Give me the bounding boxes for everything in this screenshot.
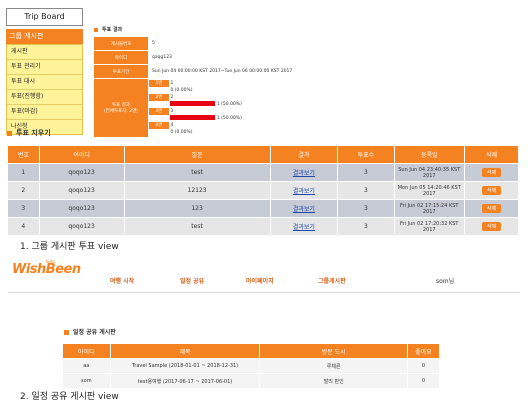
bullet-icon — [7, 130, 12, 136]
user-name[interactable]: som님 — [436, 276, 454, 285]
delete-button[interactable]: 삭제 — [481, 186, 502, 195]
col-date: 등록일 — [393, 145, 465, 164]
nav-mypage[interactable]: 마이페이지 — [246, 276, 274, 285]
vote-bar — [170, 101, 216, 106]
nav-schedule-share[interactable]: 일정 공유 — [180, 276, 204, 285]
sidebar-item-board[interactable]: 게시판 — [7, 45, 82, 60]
bullet-icon — [94, 27, 98, 32]
sidebar-menu: 게시판 투표 관리기 투표 대시 투표(진행함) 투표(마감) 나신청 — [6, 44, 83, 135]
nav-trip-start[interactable]: 여행 시작 — [110, 276, 134, 285]
vote-detail-header: 투표 결과 — [94, 26, 122, 33]
sidebar: Trip Board 그룹 게시판 게시판 투표 관리기 투표 대시 투표(진행… — [6, 8, 83, 135]
vote-list-table: 번호 아이디 질문 결과 투표수 등록일 삭제 1 qoqo123 test 결… — [7, 145, 520, 236]
delete-button[interactable]: 삭제 — [481, 222, 502, 231]
col-title: 제목 — [109, 343, 261, 359]
vote-list-header: 투표 지우기 — [7, 128, 51, 138]
sidebar-item-vote-dashboard[interactable]: 투표 대시 — [7, 75, 82, 90]
col-question: 질문 — [123, 145, 271, 164]
post-number-value: 5 — [148, 36, 363, 51]
result-link[interactable]: 결과보기 — [293, 224, 315, 231]
col-result: 결과 — [269, 145, 339, 164]
caption-2: 2. 일정 공유 게시판 view — [20, 392, 119, 402]
vote-period-label: 투표기간 — [93, 64, 149, 79]
vote-item-result: 1 (50.00%) — [149, 115, 362, 122]
vote-item: 1번 1 — [149, 80, 362, 87]
logo[interactable]: WishBeen — [12, 262, 81, 277]
col-likes: 좋아요 — [406, 343, 441, 359]
vote-item-result: 0 (0.00%) — [170, 130, 193, 135]
col-id: 아이디 — [62, 343, 111, 359]
table-row: 2 qoqo123 12123 결과보기 3 Mon Jun 05 14:20:… — [7, 181, 520, 200]
vote-period-value: Sun Jun 04 00:00:00 KST 2017~Tue Jun 06 … — [148, 64, 363, 79]
share-board-table: 아이디 제목 방문 도시 좋아요 aa Travel Sample (2018-… — [62, 343, 441, 389]
vote-item: 3번 3 — [149, 108, 362, 115]
result-link[interactable]: 결과보기 — [293, 188, 315, 195]
table-row[interactable]: som test용여행 (2017-06-17 ~ 2017-06-01) 발리… — [62, 373, 441, 389]
delete-button[interactable]: 삭제 — [481, 168, 502, 177]
bullet-icon — [64, 330, 69, 335]
delete-button[interactable]: 삭제 — [481, 204, 502, 213]
col-city: 방문 도시 — [259, 343, 408, 359]
vote-detail-table: 게시물번호 5 아이디 qaqg123 투표기간 Sun Jun 04 00:0… — [93, 36, 363, 138]
user-id-label: 아이디 — [93, 50, 149, 65]
caption-1: 1. 그룹 게시판 투표 view — [20, 242, 119, 252]
vote-item: 4번 4 — [149, 122, 362, 129]
post-number-label: 게시물번호 — [93, 36, 149, 51]
table-row: 1 qoqo123 test 결과보기 3 Sun Jun 04 23:40:3… — [7, 163, 520, 182]
table-row: 4 qoqo123 test 결과보기 3 Fri Jun 02 17:20:3… — [7, 217, 520, 236]
vote-item: 2번 2 — [149, 94, 362, 101]
sidebar-item-vote-manage[interactable]: 투표 관리기 — [7, 60, 82, 75]
vote-result-label: 투표 결과 (전체투표자: 2명) — [93, 78, 149, 138]
vote-item-result: 0 (0.00%) — [170, 88, 193, 93]
table-row[interactable]: aa Travel Sample (2018-01-01 ~ 2018-12-3… — [62, 358, 441, 374]
col-id: 아이디 — [38, 145, 125, 164]
vote-result-items: 1번 1 0 (0.00%) 2번 2 1 (50.00%) 3번 3 1 (5… — [148, 78, 363, 138]
col-no: 번호 — [7, 145, 40, 164]
logo-beta: beta — [46, 259, 56, 264]
result-link[interactable]: 결과보기 — [293, 170, 315, 177]
col-delete: 삭제 — [463, 145, 520, 164]
col-count: 투표수 — [337, 145, 395, 164]
sidebar-item-vote-closed[interactable]: 투표(마감) — [7, 105, 82, 120]
sidebar-title: Trip Board — [6, 8, 83, 26]
table-row: 3 qoqo123 123 결과보기 3 Fri Jun 02 17:15:24… — [7, 199, 520, 218]
vote-bar — [170, 115, 216, 120]
share-board-header: 일정 공유 게시판 — [64, 327, 116, 336]
sidebar-item-vote-ongoing[interactable]: 투표(진행함) — [7, 90, 82, 105]
nav-group-board[interactable]: 그룹게시판 — [318, 276, 346, 285]
user-id-value: qaqg123 — [148, 50, 363, 65]
sidebar-category[interactable]: 그룹 게시판 — [6, 29, 83, 44]
result-link[interactable]: 결과보기 — [293, 206, 315, 213]
vote-item-result: 1 (50.00%) — [149, 101, 362, 108]
